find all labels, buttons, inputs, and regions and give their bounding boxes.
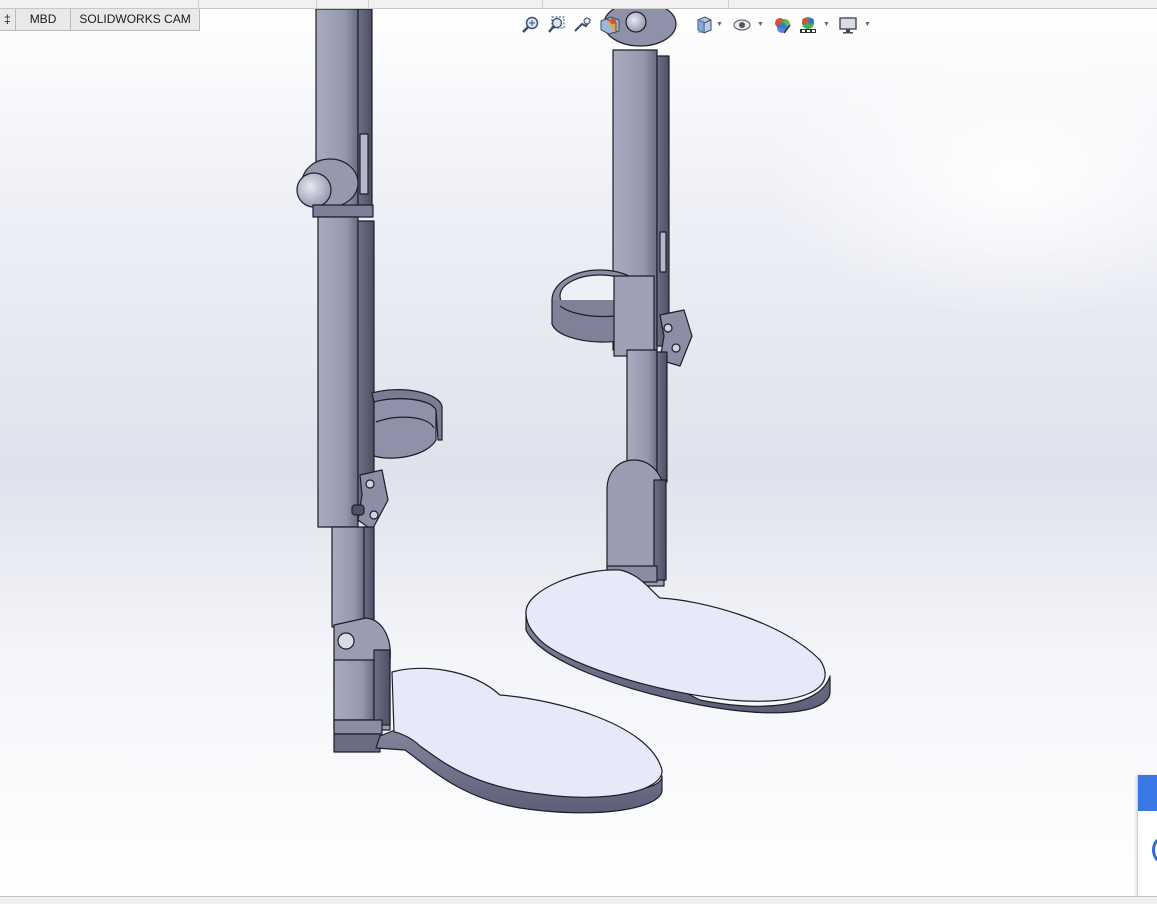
ribbon-separator <box>316 0 317 8</box>
ribbon-separator <box>198 0 199 8</box>
view-settings-icon[interactable] <box>836 12 860 38</box>
right-leg-brace[interactable] <box>525 9 831 714</box>
ribbon-separator <box>542 0 543 8</box>
tab-overflow[interactable]: ‡ <box>0 9 16 31</box>
view-settings-dropdown[interactable]: ▼ <box>864 21 872 29</box>
leg-orthosis-model[interactable] <box>0 9 1157 897</box>
zoom-to-fit-icon[interactable] <box>518 12 542 38</box>
status-bar <box>0 896 1157 904</box>
section-view-icon[interactable] <box>598 12 622 38</box>
previous-view-icon[interactable] <box>570 12 594 38</box>
hide-show-dropdown[interactable]: ▼ <box>757 21 765 29</box>
apply-scene-icon[interactable] <box>796 12 820 38</box>
refresh-icon[interactable] <box>1152 837 1157 863</box>
ribbon-separator <box>728 0 729 8</box>
task-pane-flyout[interactable] <box>1137 775 1157 904</box>
ribbon-strip <box>0 0 1157 9</box>
graphics-area[interactable] <box>0 9 1157 897</box>
view-orientation-icon[interactable] <box>692 12 716 38</box>
edit-appearance-icon[interactable] <box>770 12 794 38</box>
solidworks-window: ‡ MBD SOLIDWORKS CAM ▼ ▼ ▼ ▼ <box>0 0 1157 904</box>
hide-show-items-icon[interactable] <box>730 12 754 38</box>
zoom-to-area-icon[interactable] <box>544 12 568 38</box>
view-orientation-dropdown[interactable]: ▼ <box>716 21 724 29</box>
command-manager-tabs: ‡ MBD SOLIDWORKS CAM <box>0 9 200 31</box>
ribbon-separator <box>368 0 369 8</box>
flyout-header <box>1138 775 1157 811</box>
left-leg-brace[interactable] <box>296 9 663 814</box>
tab-solidworks-cam[interactable]: SOLIDWORKS CAM <box>71 9 200 31</box>
apply-scene-dropdown[interactable]: ▼ <box>823 21 831 29</box>
tab-mbd[interactable]: MBD <box>15 9 72 31</box>
